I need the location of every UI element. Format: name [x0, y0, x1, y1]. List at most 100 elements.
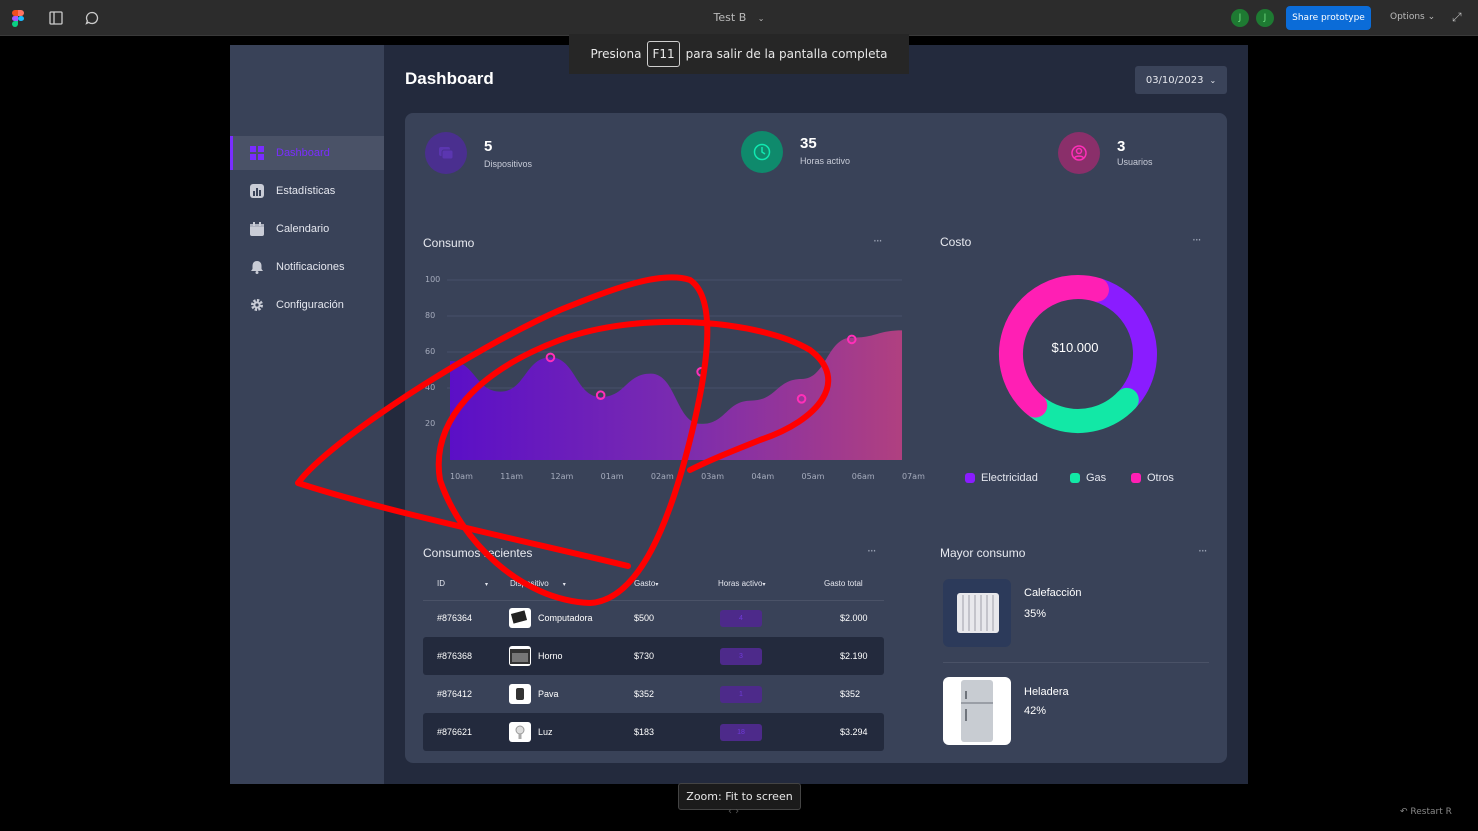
stat-value-horas: 35: [800, 135, 817, 152]
laptop-icon: [509, 608, 531, 628]
cell-device: Horno: [509, 637, 563, 675]
prototype-nav-arrows[interactable]: ‹ ›: [728, 806, 739, 817]
user-icon: [1058, 132, 1100, 174]
table-row[interactable]: #876412 Pava $352 1 $352: [423, 675, 884, 713]
oven-icon: [509, 646, 531, 666]
cell-id: #876364: [437, 613, 473, 623]
cell-gasto: $730: [634, 651, 655, 661]
bar-chart-icon: [250, 184, 264, 198]
sidebar-item-label: Configuración: [276, 299, 344, 311]
date-picker-button[interactable]: 03/10/2023 ⌄: [1135, 66, 1227, 94]
col-header-dispositivo[interactable]: Dispositivo ▾: [510, 579, 566, 588]
x-tick-label: 01am: [600, 472, 624, 481]
legend-swatch: [1070, 473, 1080, 483]
table-row[interactable]: #876368 Horno $730 3 $2.190: [423, 637, 884, 675]
mayor-divider: [943, 662, 1209, 663]
figma-toolbar: Test B ⌄ J J Share prototype Options ⌄ ⤢: [0, 0, 1478, 36]
sidebar-item-label: Estadísticas: [276, 185, 336, 197]
cell-id: #876412: [437, 689, 473, 699]
sidebar-item-label: Notificaciones: [276, 261, 345, 273]
cell-total: $2.000: [840, 613, 868, 623]
sort-icon: ▾: [655, 582, 659, 588]
consumo-more-icon[interactable]: ···: [873, 234, 883, 248]
devices-icon: [425, 132, 467, 174]
recientes-more-icon[interactable]: ···: [867, 544, 877, 558]
chevron-down-icon: ⌄: [757, 14, 765, 23]
expand-icon[interactable]: ⤢: [1452, 10, 1462, 25]
sidebar-item-estadisticas[interactable]: Estadísticas: [230, 174, 384, 208]
options-menu[interactable]: Options ⌄: [1390, 12, 1435, 22]
x-tick-label: 10am: [450, 472, 473, 481]
stat-label-dispositivos: Dispositivos: [484, 159, 533, 169]
costo-more-icon[interactable]: ···: [1192, 233, 1202, 247]
cell-gasto: $500: [634, 613, 655, 623]
sidebar-item-label: Dashboard: [276, 147, 330, 159]
kettle-icon: [509, 684, 531, 704]
costo-title: Costo: [940, 235, 972, 249]
legend-swatch: [1131, 473, 1141, 483]
page-title: Dashboard: [405, 69, 494, 88]
f11-key: F11: [647, 41, 680, 67]
stat-value-usuarios: 3: [1117, 138, 1126, 155]
recientes-title: Consumos recientes: [423, 546, 533, 560]
restart-button[interactable]: ↶ Restart R: [1400, 807, 1452, 817]
x-tick-label: 06am: [851, 472, 875, 481]
avatar[interactable]: J: [1256, 9, 1274, 27]
cell-device: Luz: [509, 713, 553, 751]
cell-gasto: $183: [634, 727, 655, 737]
legend-otros: Otros: [1131, 472, 1174, 484]
calendar-icon: [250, 222, 264, 236]
cell-horas: 4: [720, 599, 762, 637]
sidebar-item-configuracion[interactable]: Configuración: [230, 288, 384, 322]
col-header-gasto-total[interactable]: Gasto total: [824, 579, 863, 588]
x-tick-label: 04am: [751, 472, 775, 481]
legend-gas: Gas: [1070, 472, 1106, 484]
fridge-image: [943, 677, 1011, 745]
cell-horas: 1: [720, 675, 762, 713]
x-tick-label: 12am: [550, 472, 574, 481]
cell-total: $3.294: [840, 727, 868, 737]
radiator-image: [943, 579, 1011, 647]
y-tick-label: 20: [425, 419, 436, 428]
chevron-down-icon: ⌄: [1209, 75, 1217, 85]
fullscreen-toast: Presiona F11 para salir de la pantalla com…: [569, 34, 909, 74]
clock-icon: [741, 131, 783, 173]
bell-icon: [250, 260, 264, 274]
cell-horas: 3: [720, 637, 762, 675]
date-value: 03/10/2023: [1145, 74, 1204, 86]
x-tick-label: 11am: [500, 472, 524, 481]
x-tick-label: 07am: [902, 472, 925, 481]
sort-icon: ▾: [762, 582, 766, 588]
cell-device: Pava: [509, 675, 559, 713]
table-row[interactable]: #876621 Luz $183 18 $3.294: [423, 713, 884, 751]
col-header-id[interactable]: ID ▾: [437, 579, 488, 588]
gear-icon: [250, 298, 264, 312]
cell-id: #876621: [437, 727, 473, 737]
mayor-item-pct: 42%: [1024, 705, 1047, 717]
col-header-horas[interactable]: Horas activo▾: [718, 579, 765, 588]
cell-id: #876368: [437, 651, 473, 661]
x-tick-label: 03am: [701, 472, 724, 481]
sort-icon: ▾: [562, 582, 566, 588]
grid-icon: [250, 146, 264, 160]
sidebar-item-dashboard[interactable]: Dashboard: [230, 136, 384, 170]
table-row[interactable]: #876364 Computadora $500 4 $2.000: [423, 599, 884, 637]
stat-label-horas: Horas activo: [800, 156, 851, 166]
sidebar-item-notificaciones[interactable]: Notificaciones: [230, 250, 384, 284]
mayor-item-name: Heladera: [1024, 686, 1069, 698]
sidebar-item-calendario[interactable]: Calendario: [230, 212, 384, 246]
y-tick-label: 60: [425, 347, 436, 356]
sort-icon: ▾: [485, 582, 489, 588]
donut-center-value: $10.000: [1051, 340, 1099, 355]
x-tick-label: 05am: [801, 472, 825, 481]
col-header-gasto[interactable]: Gasto▾: [634, 579, 658, 588]
cell-device: Computadora: [509, 599, 593, 637]
avatar[interactable]: J: [1231, 9, 1249, 27]
mayor-item-pct: 35%: [1024, 608, 1047, 620]
sidebar-item-label: Calendario: [276, 223, 330, 235]
cell-gasto: $352: [634, 689, 655, 699]
mayor-more-icon[interactable]: ···: [1198, 544, 1208, 558]
stat-value-dispositivos: 5: [484, 138, 493, 155]
share-prototype-button[interactable]: Share prototype: [1286, 6, 1371, 30]
consumo-title: Consumo: [423, 236, 475, 250]
